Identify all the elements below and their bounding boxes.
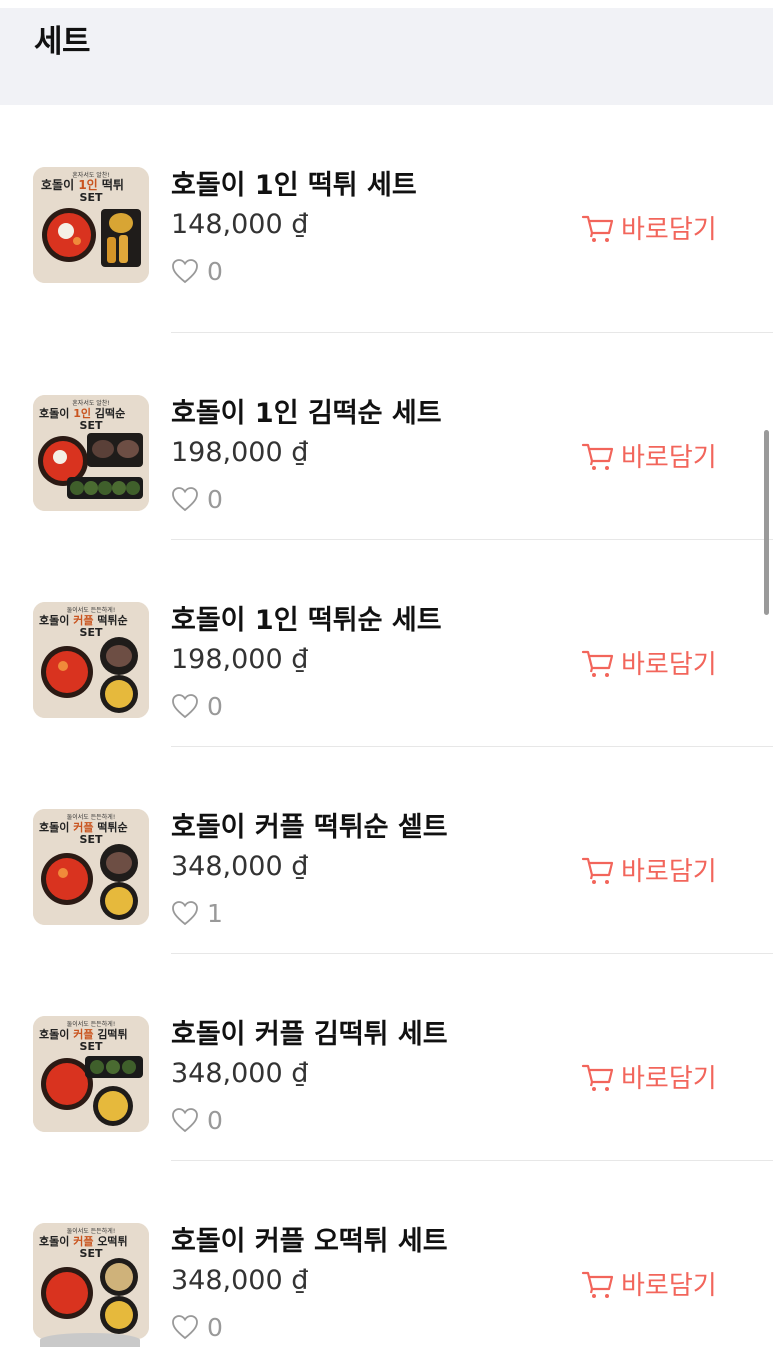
like-count: 0 — [207, 484, 223, 514]
like-count: 0 — [207, 691, 223, 721]
product-thumbnail[interactable]: 둘이서도 든든하게! 호돌이 커플 김떡튀 SET — [33, 1016, 149, 1132]
svg-text:호돌이 커플 김떡튀: 호돌이 커플 김떡튀 — [39, 1027, 128, 1041]
product-name[interactable]: 호돌이 1인 김떡순 세트 — [171, 391, 442, 430]
product-item[interactable]: 혼자서도 알찬! 호돌이 1인 김떡순 SET 호돌이 1인 김떡순 세트 19… — [0, 333, 773, 540]
product-name[interactable]: 호돌이 1인 떡튀 세트 — [171, 163, 417, 202]
product-price: 198,000 ₫ — [171, 644, 309, 675]
quick-add-cart-button[interactable]: 바로담기 — [581, 851, 717, 888]
product-price: 348,000 ₫ — [171, 851, 309, 882]
quick-add-label: 바로담기 — [621, 215, 717, 245]
cart-icon — [581, 443, 614, 470]
svg-text:호돌이 커플 오떡튀: 호돌이 커플 오떡튀 — [39, 1234, 128, 1248]
product-name[interactable]: 호돌이 커플 오떡튀 세트 — [171, 1219, 448, 1258]
product-list: 혼자서도 알찬! 호돌이 1인 떡튀 SET 호돌이 1인 떡튀 세트 148,… — [0, 105, 773, 1368]
product-name[interactable]: 호돌이 커플 김떡튀 세트 — [171, 1012, 448, 1051]
svg-text:호돌이 커플 떡튀순: 호돌이 커플 떡튀순 — [39, 613, 128, 627]
thumb-set-label: SET — [80, 1247, 103, 1260]
like-count: 0 — [207, 256, 223, 286]
like-button[interactable]: 0 — [171, 1105, 223, 1135]
quick-add-label: 바로담기 — [621, 1064, 717, 1094]
quick-add-cart-button[interactable]: 바로담기 — [581, 1265, 717, 1302]
product-price: 348,000 ₫ — [171, 1265, 309, 1296]
thumb-set-label: SET — [80, 626, 103, 639]
quick-add-cart-button[interactable]: 바로담기 — [581, 644, 717, 681]
like-button[interactable]: 0 — [171, 256, 223, 286]
quick-add-cart-button[interactable]: 바로담기 — [581, 437, 717, 474]
heart-icon — [172, 1108, 198, 1133]
product-thumbnail[interactable]: 둘이서도 든든하게! 호돌이 커플 떡튀순 SET — [33, 602, 149, 718]
product-price: 148,000 ₫ — [171, 209, 309, 240]
cart-icon — [581, 1271, 614, 1298]
product-name[interactable]: 호돌이 커플 떡튀순 셑트 — [171, 805, 448, 844]
cart-icon — [581, 857, 614, 884]
product-price: 348,000 ₫ — [171, 1058, 309, 1089]
thumb-set-label: SET — [80, 191, 103, 204]
category-header: 세트 — [0, 8, 773, 105]
cart-icon — [581, 215, 614, 242]
category-title: 세트 — [34, 24, 91, 60]
product-thumbnail[interactable]: 혼자서도 알찬! 호돌이 1인 떡튀 SET — [33, 167, 149, 283]
scrollbar-thumb[interactable] — [764, 430, 769, 615]
next-item-peek — [40, 1333, 140, 1347]
product-item[interactable]: 둘이서도 든든하게! 호돌이 커플 떡튀순 SET 호돌이 1인 떡튀순 세트 … — [0, 540, 773, 747]
product-thumbnail[interactable]: 혼자서도 알찬! 호돌이 1인 김떡순 SET — [33, 395, 149, 511]
product-item[interactable]: 둘이서도 든든하게! 호돌이 커플 떡튀순 SET 호돌이 커플 떡튀순 셑트 … — [0, 747, 773, 954]
product-thumbnail[interactable]: 둘이서도 든든하게! 호돌이 커플 오떡튀 SET — [33, 1223, 149, 1339]
heart-icon — [172, 694, 198, 719]
heart-icon — [172, 487, 198, 512]
like-button[interactable]: 0 — [171, 484, 223, 514]
quick-add-label: 바로담기 — [621, 1271, 717, 1301]
thumb-tagline: 혼자서도 알찬! — [72, 399, 109, 407]
heart-icon — [172, 259, 198, 284]
product-name[interactable]: 호돌이 1인 떡튀순 세트 — [171, 598, 442, 637]
like-count: 0 — [207, 1105, 223, 1135]
thumb-set-label: SET — [80, 833, 103, 846]
like-button[interactable]: 0 — [171, 1312, 223, 1342]
status-strip — [0, 0, 773, 8]
thumb-set-label: SET — [80, 419, 103, 432]
thumb-tagline: 둘이서도 든든하게! — [67, 1227, 115, 1235]
thumb-tagline: 둘이서도 든든하게! — [67, 813, 115, 821]
product-thumbnail[interactable]: 둘이서도 든든하게! 호돌이 커플 떡튀순 SET — [33, 809, 149, 925]
thumb-tagline: 둘이서도 든든하게! — [67, 1020, 115, 1028]
quick-add-label: 바로담기 — [621, 650, 717, 680]
quick-add-cart-button[interactable]: 바로담기 — [581, 1058, 717, 1095]
svg-text:호돌이 1인 떡튀: 호돌이 1인 떡튀 — [41, 177, 124, 192]
quick-add-label: 바로담기 — [621, 443, 717, 473]
cart-icon — [581, 650, 614, 677]
like-count: 0 — [207, 1312, 223, 1342]
like-count: 1 — [207, 898, 223, 928]
cart-icon — [581, 1064, 614, 1091]
thumb-tagline: 둘이서도 든든하게! — [67, 606, 115, 614]
product-item[interactable]: 둘이서도 든든하게! 호돌이 커플 김떡튀 SET 호돌이 커플 김떡튀 세트 … — [0, 954, 773, 1161]
quick-add-label: 바로담기 — [621, 857, 717, 887]
svg-text:호돌이 1인 김떡순: 호돌이 1인 김떡순 — [39, 406, 125, 420]
quick-add-cart-button[interactable]: 바로담기 — [581, 209, 717, 246]
svg-text:호돌이 커플 떡튀순: 호돌이 커플 떡튀순 — [39, 820, 128, 834]
heart-icon — [172, 901, 198, 926]
thumb-set-label: SET — [80, 1040, 103, 1053]
heart-icon — [172, 1315, 198, 1340]
product-item[interactable]: 혼자서도 알찬! 호돌이 1인 떡튀 SET 호돌이 1인 떡튀 세트 148,… — [0, 105, 773, 333]
like-button[interactable]: 0 — [171, 691, 223, 721]
like-button[interactable]: 1 — [171, 898, 223, 928]
product-price: 198,000 ₫ — [171, 437, 309, 468]
